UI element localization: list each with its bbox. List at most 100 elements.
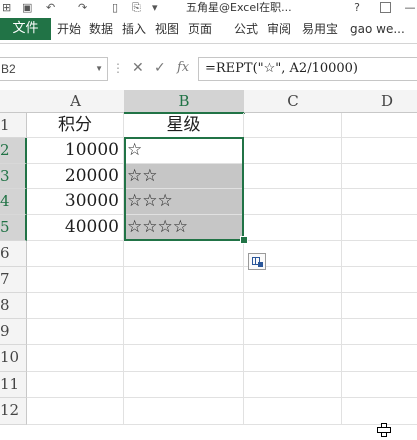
quick-analysis-icon[interactable] bbox=[248, 253, 266, 270]
qat-dropdown-icon[interactable]: ▾ bbox=[152, 0, 158, 15]
row-header-5[interactable]: 5 bbox=[0, 215, 27, 241]
cell-a5[interactable]: 40000 bbox=[27, 215, 124, 241]
cell-b4[interactable]: ☆☆☆ bbox=[124, 189, 244, 215]
minimize-button[interactable]: — bbox=[403, 0, 417, 15]
tab-file[interactable]: 文件 bbox=[0, 18, 51, 40]
cell-b6[interactable] bbox=[124, 241, 244, 267]
row-header-10[interactable]: 10 bbox=[0, 345, 27, 372]
cell-d3[interactable] bbox=[342, 164, 417, 189]
cell-d5[interactable] bbox=[342, 215, 417, 241]
cell-a3[interactable]: 20000 bbox=[27, 164, 124, 189]
cell-c12[interactable] bbox=[244, 398, 342, 425]
cell-select-cursor-icon bbox=[377, 423, 391, 437]
cell-a9[interactable] bbox=[27, 319, 124, 345]
tab-view[interactable]: 视图 bbox=[155, 18, 179, 40]
row-header-3[interactable]: 3 bbox=[0, 164, 27, 189]
cell-a12[interactable] bbox=[27, 398, 124, 425]
row-header-8[interactable]: 8 bbox=[0, 293, 27, 319]
tab-data[interactable]: 数据 bbox=[89, 18, 113, 40]
tab-review[interactable]: 审阅 bbox=[267, 18, 291, 40]
cell-b12[interactable] bbox=[124, 398, 244, 425]
cell-b10[interactable] bbox=[124, 345, 244, 372]
redo-icon[interactable]: ↷ bbox=[78, 0, 87, 15]
ribbon-tabs: 文件 开始 数据 插入 视图 页面 公式 审阅 易用宝 gao we... bbox=[0, 15, 417, 44]
cell-b9[interactable] bbox=[124, 319, 244, 345]
cell-c3[interactable] bbox=[244, 164, 342, 189]
tab-page[interactable]: 页面 bbox=[188, 18, 212, 40]
insert-function-icon[interactable]: fx bbox=[177, 57, 189, 79]
cell-c7[interactable] bbox=[244, 267, 342, 293]
cell-c5[interactable] bbox=[244, 215, 342, 241]
cell-a8[interactable] bbox=[27, 293, 124, 319]
chevron-down-icon[interactable]: ▼ bbox=[95, 58, 103, 80]
cell-b8[interactable] bbox=[124, 293, 244, 319]
cell-c10[interactable] bbox=[244, 345, 342, 372]
spreadsheet-grid: A B C D 1 2 3 4 5 6 7 8 9 10 11 12 积分 星级… bbox=[0, 90, 417, 440]
save-icon[interactable]: ▣ bbox=[22, 0, 32, 15]
help-button[interactable]: ? bbox=[350, 0, 364, 15]
column-header-c[interactable]: C bbox=[244, 90, 343, 113]
cell-b3[interactable]: ☆☆ bbox=[124, 164, 244, 189]
formula-input[interactable]: =REPT("☆", A2/10000) bbox=[198, 57, 417, 81]
cell-c8[interactable] bbox=[244, 293, 342, 319]
confirm-icon[interactable]: ✓ bbox=[154, 57, 166, 79]
cell-c2[interactable] bbox=[244, 138, 342, 164]
cell-a6[interactable] bbox=[27, 241, 124, 267]
user-account[interactable]: gao we... bbox=[350, 18, 405, 40]
cell-a7[interactable] bbox=[27, 267, 124, 293]
tab-formulas[interactable]: 公式 bbox=[234, 18, 258, 40]
row-header-6[interactable]: 6 bbox=[0, 241, 27, 267]
row-header-4[interactable]: 4 bbox=[0, 189, 27, 215]
quick-analysis-spark-glyph bbox=[258, 262, 263, 267]
cell-d8[interactable] bbox=[342, 293, 417, 319]
formula-bar-area: B2 ▼ ⋮ ✕ ✓ fx =REPT("☆", A2/10000) bbox=[0, 44, 417, 90]
cell-d9[interactable] bbox=[342, 319, 417, 345]
name-box-value: B2 bbox=[1, 62, 16, 76]
cell-b1[interactable]: 星级 bbox=[124, 113, 244, 138]
row-header-1[interactable]: 1 bbox=[0, 113, 27, 138]
cell-d2[interactable] bbox=[342, 138, 417, 164]
cell-a2[interactable]: 10000 bbox=[27, 138, 124, 164]
column-header-d[interactable]: D bbox=[342, 90, 417, 113]
row-header-2[interactable]: 2 bbox=[0, 138, 27, 164]
row-header-9[interactable]: 9 bbox=[0, 319, 27, 345]
formula-bar-splitter-icon[interactable]: ⋮ bbox=[112, 57, 124, 79]
cell-a1[interactable]: 积分 bbox=[27, 113, 124, 138]
cell-a11[interactable] bbox=[27, 372, 124, 398]
new-doc-icon[interactable]: ▯ bbox=[112, 0, 118, 15]
cell-d1[interactable] bbox=[342, 113, 417, 138]
tab-easyuse[interactable]: 易用宝 bbox=[302, 18, 338, 40]
excel-logo-icon: ⊞ bbox=[2, 1, 12, 14]
column-header-b[interactable]: B bbox=[124, 90, 245, 114]
cell-d6[interactable] bbox=[342, 241, 417, 267]
cell-d4[interactable] bbox=[342, 189, 417, 215]
column-header-a[interactable]: A bbox=[27, 90, 125, 113]
cell-a10[interactable] bbox=[27, 345, 124, 372]
cell-d11[interactable] bbox=[342, 372, 417, 398]
window-title: 五角星@Excel在职... bbox=[186, 1, 292, 14]
cell-b7[interactable] bbox=[124, 267, 244, 293]
cancel-icon[interactable]: ✕ bbox=[132, 57, 144, 79]
name-box[interactable]: B2 ▼ bbox=[0, 57, 108, 81]
tab-home[interactable]: 开始 bbox=[57, 18, 81, 40]
cell-b2[interactable]: ☆ bbox=[124, 138, 244, 164]
row-header-7[interactable]: 7 bbox=[0, 267, 27, 293]
cell-c1[interactable] bbox=[244, 113, 342, 138]
cell-d12[interactable] bbox=[342, 398, 417, 425]
quick-access-icon[interactable]: ⎘ bbox=[132, 0, 141, 15]
undo-icon[interactable]: ↶ bbox=[46, 0, 55, 15]
cell-b5[interactable]: ☆☆☆☆ bbox=[124, 215, 244, 241]
cell-a4[interactable]: 30000 bbox=[27, 189, 124, 215]
cell-d7[interactable] bbox=[342, 267, 417, 293]
row-header-12[interactable]: 12 bbox=[0, 398, 27, 425]
row-header-11[interactable]: 11 bbox=[0, 372, 27, 398]
tab-insert[interactable]: 插入 bbox=[122, 18, 146, 40]
cell-c11[interactable] bbox=[244, 372, 342, 398]
cell-c9[interactable] bbox=[244, 319, 342, 345]
cell-c4[interactable] bbox=[244, 189, 342, 215]
cell-b11[interactable] bbox=[124, 372, 244, 398]
fill-handle[interactable] bbox=[240, 236, 248, 244]
select-all-corner[interactable] bbox=[0, 90, 28, 113]
ribbon-display-button[interactable] bbox=[380, 2, 391, 13]
cell-d10[interactable] bbox=[342, 345, 417, 372]
